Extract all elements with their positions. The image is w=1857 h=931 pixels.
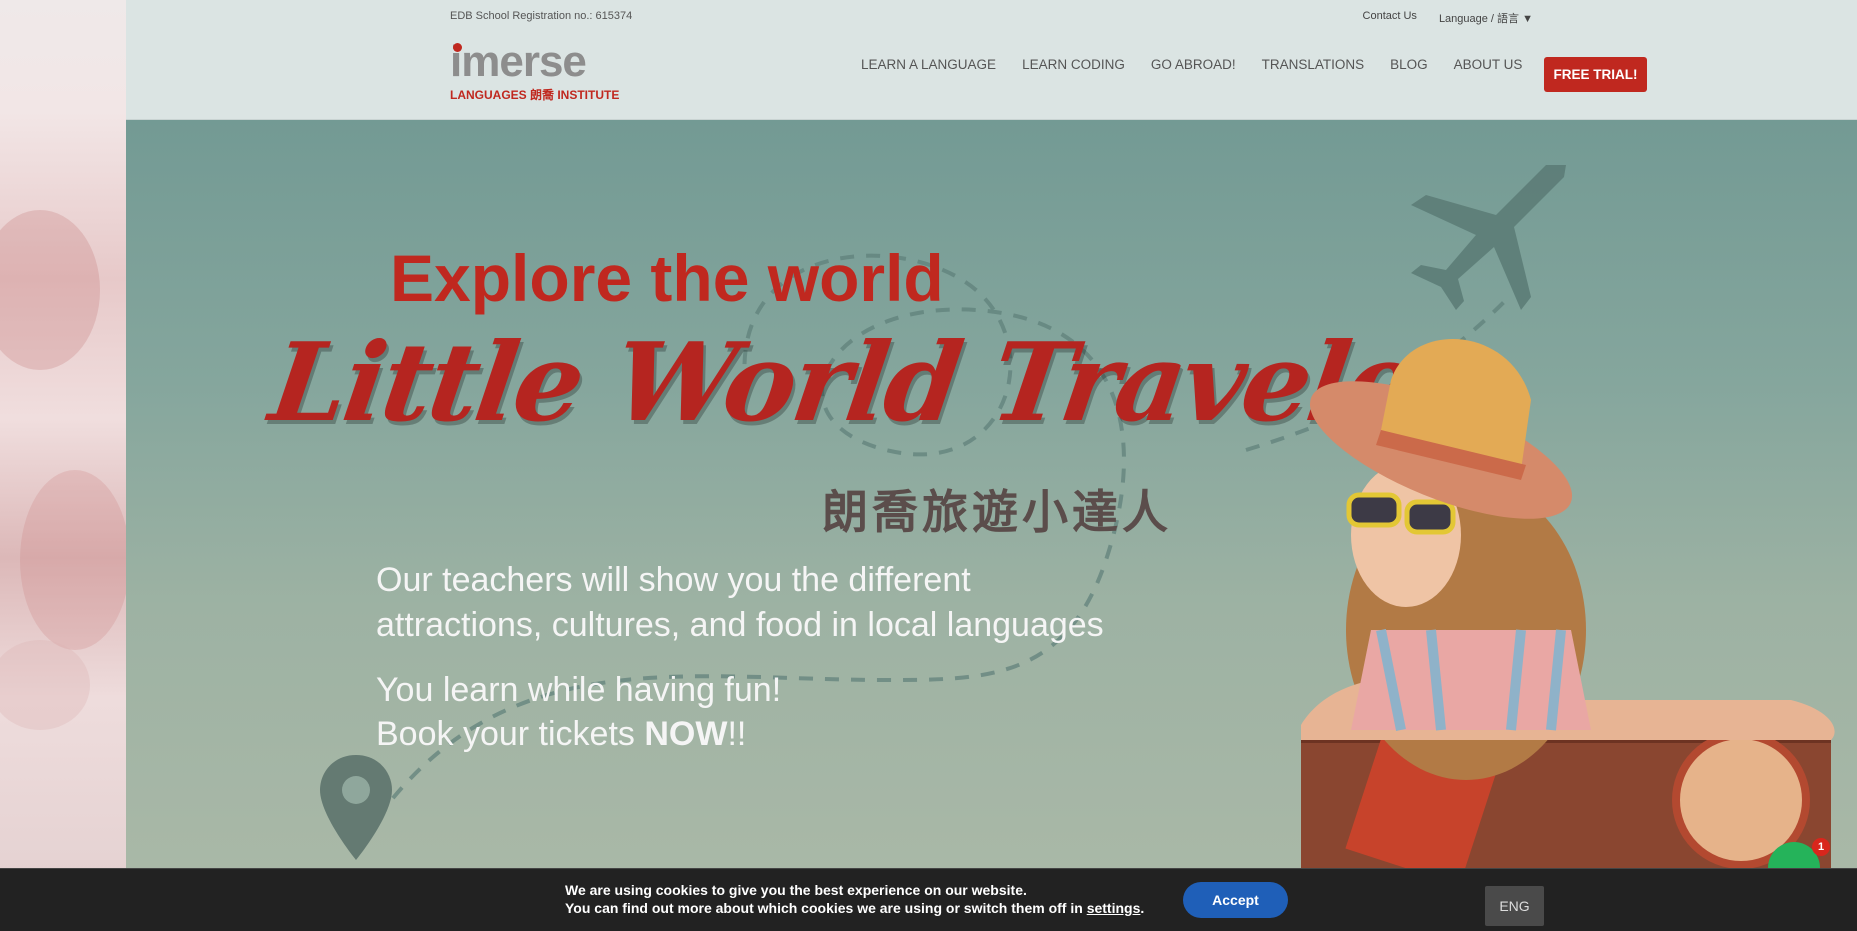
hero-book-line: Book your tickets NOW!! <box>376 712 781 756</box>
cookie-consent-bar: We are using cookies to give you the bes… <box>0 868 1857 931</box>
hero-banner: Explore the world Little World Traveler … <box>126 120 1857 868</box>
cookie-line1: We are using cookies to give you the bes… <box>565 882 1027 898</box>
book-text: Book your tickets <box>376 715 645 753</box>
cookie-line2: You can find out more about which cookie… <box>565 899 1144 917</box>
cookie-settings-link[interactable]: settings <box>1087 900 1141 916</box>
accept-cookies-button[interactable]: Accept <box>1183 882 1288 918</box>
top-links: Contact Us Language / 語言 ▼ <box>1363 10 1533 26</box>
hero-fun-line: You learn while having fun! <box>376 671 782 709</box>
cookie-message: We are using cookies to give you the bes… <box>565 881 1144 917</box>
nav-translations[interactable]: TRANSLATIONS <box>1262 57 1365 72</box>
nav-learn-coding[interactable]: LEARN CODING <box>1022 57 1125 72</box>
hero-description-line1: Our teachers will show you the different <box>376 561 971 599</box>
language-selector[interactable]: Language / 語言 ▼ <box>1439 10 1533 26</box>
cookie-line2-text: You can find out more about which cookie… <box>565 900 1087 916</box>
chat-notification-badge: 1 <box>1812 838 1830 856</box>
nav-blog[interactable]: BLOG <box>1390 57 1428 72</box>
girl-with-suitcase-illustration <box>1301 338 1835 868</box>
registration-number: EDB School Registration no.: 615374 <box>450 10 633 22</box>
hero-chinese-title: 朗喬旅遊小達人 <box>822 485 1172 539</box>
hero-description: Our teachers will show you the different… <box>376 558 1104 648</box>
cookie-line2-end: . <box>1140 900 1145 916</box>
logo-wordmark: imerse <box>450 37 587 86</box>
logo-dot <box>453 43 462 52</box>
free-trial-button[interactable]: FREE TRIAL! <box>1544 57 1647 92</box>
main-nav: LEARN A LANGUAGE LEARN CODING GO ABROAD!… <box>861 57 1522 72</box>
now-text: NOW <box>644 715 728 753</box>
hero-description-line2: attractions, cultures, and food in local… <box>376 606 1104 644</box>
logo-subtitle: LANGUAGES 朗喬 INSTITUTE <box>450 88 620 102</box>
map-pin-icon <box>320 755 392 860</box>
contact-us-link[interactable]: Contact Us <box>1363 10 1417 26</box>
site-logo[interactable]: imerse LANGUAGES 朗喬 INSTITUTE <box>450 37 630 103</box>
nav-about-us[interactable]: ABOUT US <box>1454 57 1523 72</box>
nav-learn-a-language[interactable]: LEARN A LANGUAGE <box>861 57 996 72</box>
hero-call-to-action: You learn while having fun! Book your ti… <box>376 668 781 756</box>
airplane-icon <box>1411 165 1566 310</box>
hero-headline: Explore the world <box>390 241 944 315</box>
exclaim-text: !! <box>727 715 747 753</box>
language-switch-button[interactable]: ENG <box>1485 886 1544 926</box>
nav-go-abroad[interactable]: GO ABROAD! <box>1151 57 1236 72</box>
left-decorative-panel <box>0 0 130 930</box>
site-header: EDB School Registration no.: 615374 Cont… <box>126 0 1857 120</box>
